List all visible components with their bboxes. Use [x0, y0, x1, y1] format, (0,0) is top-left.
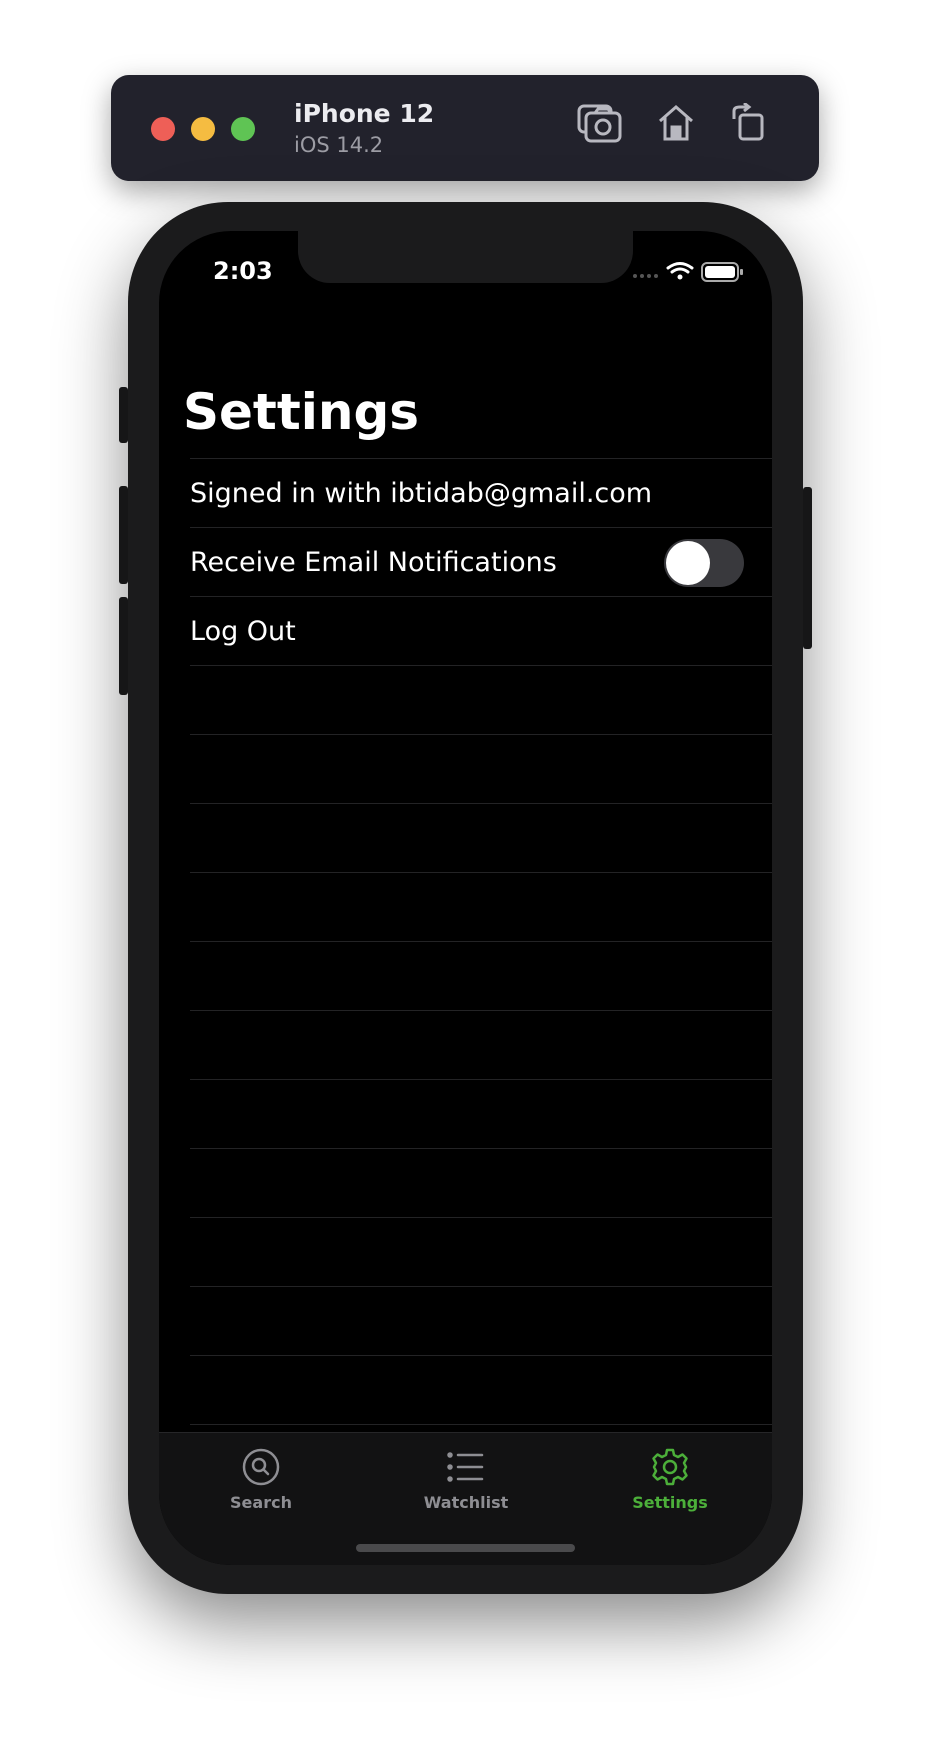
tab-settings[interactable]: Settings: [595, 1447, 745, 1512]
screenshot-icon[interactable]: [577, 103, 623, 149]
empty-row: [190, 1355, 772, 1424]
rotate-icon[interactable]: [728, 101, 768, 147]
tab-watchlist[interactable]: Watchlist: [391, 1447, 541, 1512]
signed-in-label: Signed in with ibtidab@gmail.com: [190, 477, 653, 509]
list-icon: [447, 1452, 484, 1482]
empty-row: [190, 1010, 772, 1079]
empty-row: [190, 1286, 772, 1355]
battery-icon: [701, 262, 743, 282]
phone-screen: 2:03 Settings Signed in with ibtidab@gma…: [159, 231, 772, 1565]
empty-row: [190, 872, 772, 941]
log-out-row[interactable]: Log Out: [190, 596, 772, 665]
log-out-label: Log Out: [190, 615, 296, 647]
home-icon[interactable]: [656, 103, 696, 147]
tab-settings-label: Settings: [632, 1493, 708, 1512]
tab-search-label: Search: [230, 1493, 292, 1512]
empty-row: [190, 803, 772, 872]
gear-icon: [652, 1448, 688, 1486]
empty-row: [190, 1148, 772, 1217]
tab-watchlist-label: Watchlist: [423, 1493, 509, 1512]
volume-down-button: [119, 597, 128, 695]
close-window-button[interactable]: [151, 117, 175, 141]
wifi-icon: [666, 262, 694, 280]
status-icons: [632, 261, 744, 287]
email-notifications-label: Receive Email Notifications: [190, 546, 557, 578]
empty-row: [190, 1079, 772, 1148]
zoom-window-button[interactable]: [231, 117, 255, 141]
empty-row: [190, 1217, 772, 1286]
status-time: 2:03: [213, 257, 273, 285]
page-title: Settings: [183, 383, 420, 441]
signed-in-row: Signed in with ibtidab@gmail.com: [190, 458, 772, 527]
os-version: iOS 14.2: [294, 133, 384, 157]
search-icon: [242, 1448, 280, 1486]
empty-row: [190, 734, 772, 803]
tab-search[interactable]: Search: [186, 1447, 336, 1512]
toggle-knob: [666, 541, 710, 585]
device-name: iPhone 12: [294, 99, 435, 128]
simulator-title-bar: iPhone 12 iOS 14.2: [111, 75, 819, 181]
empty-row: [190, 665, 772, 734]
notch: [298, 231, 633, 283]
home-indicator[interactable]: [356, 1544, 575, 1552]
signal-icon: [633, 274, 658, 278]
email-notifications-toggle[interactable]: [664, 539, 744, 587]
email-notifications-row: Receive Email Notifications: [190, 527, 772, 596]
silent-switch: [119, 387, 128, 443]
side-button: [803, 487, 812, 649]
volume-up-button: [119, 486, 128, 584]
minimize-window-button[interactable]: [191, 117, 215, 141]
settings-list: Signed in with ibtidab@gmail.com Receive…: [190, 458, 772, 1494]
empty-row: [190, 941, 772, 1010]
